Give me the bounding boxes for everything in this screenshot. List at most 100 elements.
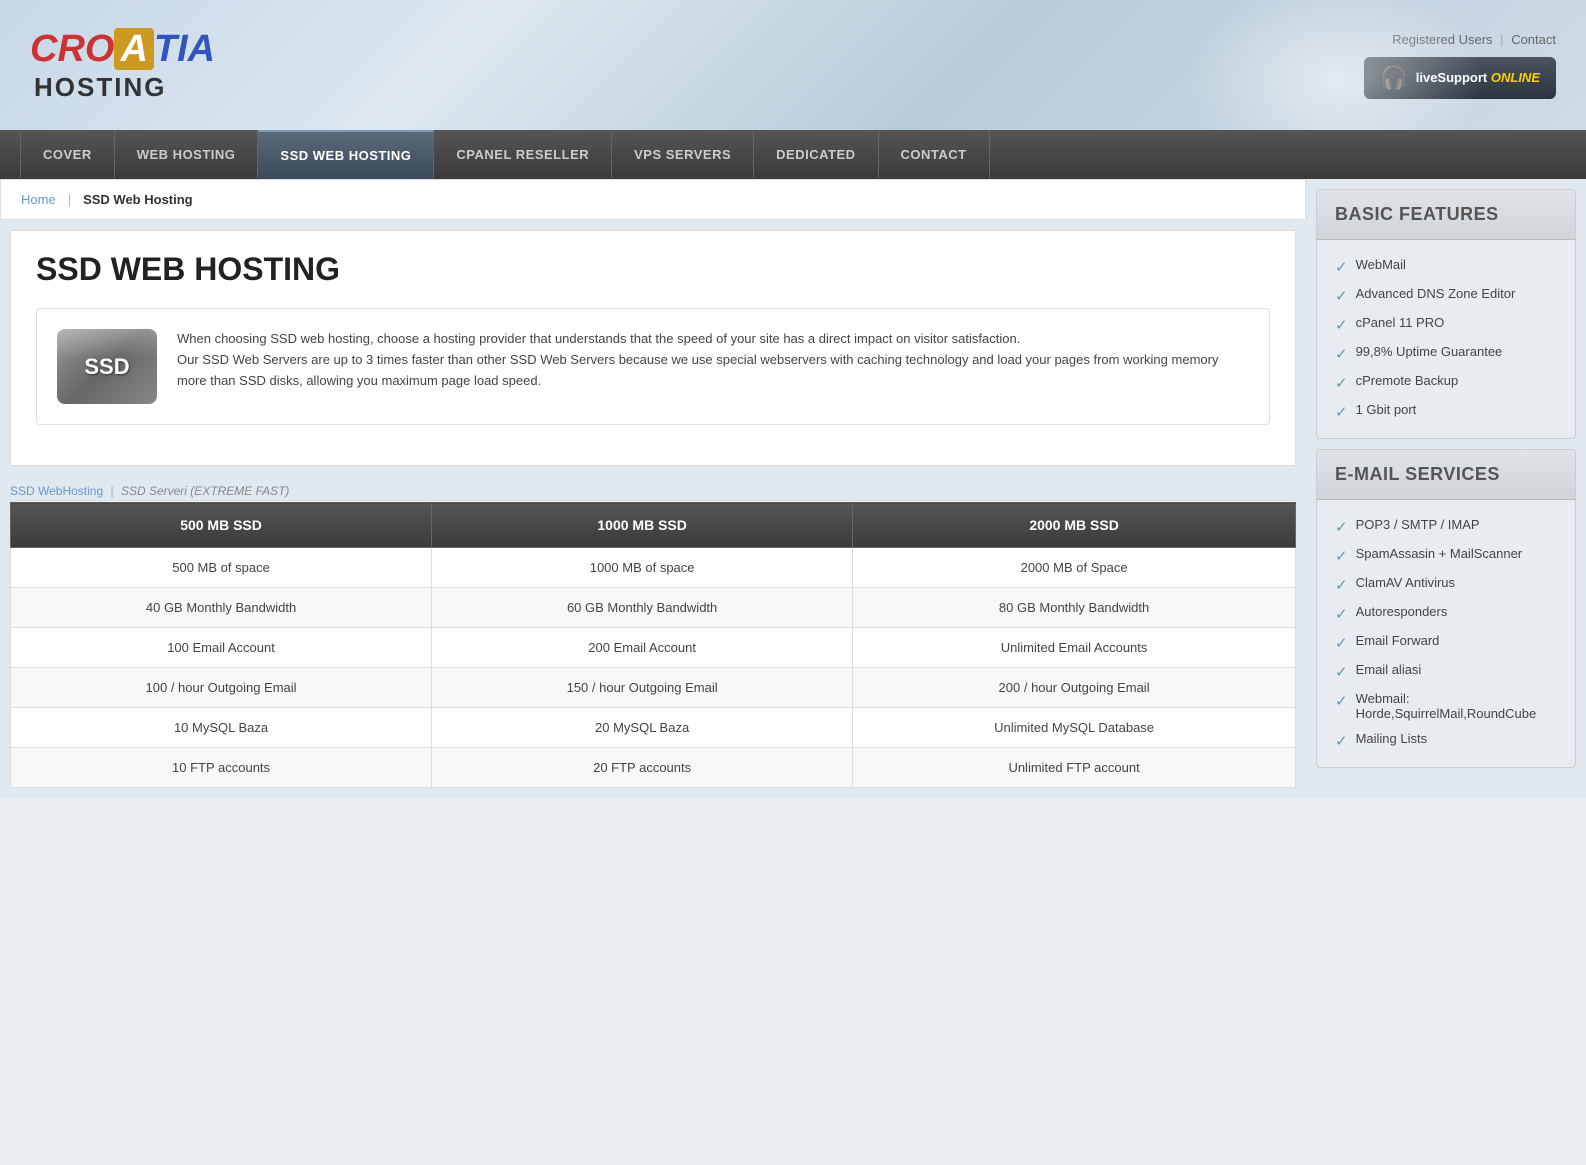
intro-box: SSD When choosing SSD web hosting, choos… xyxy=(36,308,1270,425)
content-area: Home | SSD Web Hosting SSD WEB HOSTING S… xyxy=(0,179,1306,798)
basic-features-title: BASIC FEATURES xyxy=(1317,190,1575,240)
table-cell: 60 GB Monthly Bandwidth xyxy=(432,588,853,628)
contact-link[interactable]: Contact xyxy=(1511,32,1556,47)
email-service-label: Mailing Lists xyxy=(1356,731,1428,746)
check-icon: ✓ xyxy=(1335,374,1348,392)
breadcrumb-current: SSD Web Hosting xyxy=(83,192,193,207)
nav-ssd-web-hosting[interactable]: SSD WEB HOSTING xyxy=(258,130,434,179)
header: CROATIA HOSTING Registered Users | Conta… xyxy=(0,0,1586,130)
email-services-body: ✓ POP3 / SMTP / IMAP ✓ SpamAssasin + MailSc… xyxy=(1317,500,1575,767)
email-service-item: ✓Email Forward xyxy=(1335,628,1557,657)
intro-text: When choosing SSD web hosting, choose a … xyxy=(177,329,1249,391)
feature-label: Advanced DNS Zone Editor xyxy=(1356,286,1516,301)
livesupport-button[interactable]: 🎧 liveSupport ONLINE xyxy=(1364,57,1556,99)
email-services-card: E-MAIL SERVICES ✓ POP3 / SMTP / IMAP ✓ Spam… xyxy=(1316,449,1576,768)
check-icon: ✓ xyxy=(1335,663,1348,681)
table-cell: 10 MySQL Baza xyxy=(11,708,432,748)
ssd-icon: SSD xyxy=(57,329,157,404)
table-cell: 500 MB of space xyxy=(11,548,432,588)
email-service-item: ✓ POP3 / SMTP / IMAP xyxy=(1335,512,1557,541)
registered-users-link[interactable]: Registered Users xyxy=(1392,32,1492,47)
breadcrumb: Home | SSD Web Hosting xyxy=(0,179,1306,220)
logo-cro: CRO xyxy=(30,28,114,70)
email-service-item: ✓Email aliasi xyxy=(1335,657,1557,686)
header-links[interactable]: Registered Users | Contact xyxy=(1392,32,1556,47)
check-icon: ✓ xyxy=(1335,605,1348,623)
table-cell: 100 Email Account xyxy=(11,628,432,668)
table-cell: 200 Email Account xyxy=(432,628,853,668)
col-header-1: 500 MB SSD xyxy=(11,503,432,548)
table-row: 500 MB of space1000 MB of space2000 MB o… xyxy=(11,548,1296,588)
table-section: SSD WebHosting | SSD Serveri (EXTREME FA… xyxy=(10,476,1296,788)
table-cell: Unlimited Email Accounts xyxy=(853,628,1296,668)
sidebar: BASIC FEATURES ✓ WebMail ✓ Advanced DNS Zon… xyxy=(1306,179,1586,798)
table-row: 10 FTP accounts20 FTP accountsUnlimited … xyxy=(11,748,1296,788)
livesupport-label: liveSupport ONLINE xyxy=(1416,70,1540,85)
feature-label: cPremote Backup xyxy=(1356,373,1459,388)
logo-text: CROATIA xyxy=(30,28,215,70)
page-title: SSD WEB HOSTING xyxy=(36,251,1270,288)
pricing-table: 500 MB SSD 1000 MB SSD 2000 MB SSD 500 M… xyxy=(10,502,1296,788)
email-service-item: ✓ SpamAssasin + MailScanner xyxy=(1335,541,1557,570)
header-right: Registered Users | Contact 🎧 liveSupport… xyxy=(1364,32,1556,99)
col-header-3: 2000 MB SSD xyxy=(853,503,1296,548)
nav-dedicated[interactable]: DEDICATED xyxy=(754,131,878,178)
logo-a: A xyxy=(114,28,153,70)
feature-item: ✓ 99,8% Uptime Guarantee xyxy=(1335,339,1557,368)
logo-hosting: HOSTING xyxy=(34,72,166,103)
check-icon: ✓ xyxy=(1335,345,1348,363)
check-icon: ✓ xyxy=(1335,692,1348,710)
feature-label: 99,8% Uptime Guarantee xyxy=(1356,344,1503,359)
nav-web-hosting[interactable]: WEB HOSTING xyxy=(115,131,259,178)
check-icon: ✓ xyxy=(1335,732,1348,750)
email-service-item: ✓Webmail: Horde,SquirrelMail,RoundCube xyxy=(1335,686,1557,726)
check-icon: ✓ xyxy=(1335,258,1348,276)
table-cell: 150 / hour Outgoing Email xyxy=(432,668,853,708)
table-cell: 1000 MB of space xyxy=(432,548,853,588)
table-cell: 100 / hour Outgoing Email xyxy=(11,668,432,708)
email-services-title: E-MAIL SERVICES xyxy=(1317,450,1575,500)
email-service-item: ✓ ClamAV Antivirus xyxy=(1335,570,1557,599)
feature-item: ✓cPanel 11 PRO xyxy=(1335,310,1557,339)
main-container: Home | SSD Web Hosting SSD WEB HOSTING S… xyxy=(0,179,1586,798)
logo-area: CROATIA HOSTING xyxy=(30,28,215,103)
breadcrumb-home[interactable]: Home xyxy=(21,192,56,207)
table-link-1[interactable]: SSD WebHosting xyxy=(10,484,103,498)
feature-label: WebMail xyxy=(1356,257,1406,272)
basic-features-body: ✓ WebMail ✓ Advanced DNS Zone Editor ✓cPanel… xyxy=(1317,240,1575,438)
table-links: SSD WebHosting | SSD Serveri (EXTREME FA… xyxy=(10,476,1296,502)
table-cell: 20 MySQL Baza xyxy=(432,708,853,748)
nav-vps-servers[interactable]: VPS SERVERS xyxy=(612,131,754,178)
email-service-label: SpamAssasin + MailScanner xyxy=(1356,546,1523,561)
table-cell: 40 GB Monthly Bandwidth xyxy=(11,588,432,628)
feature-label: 1 Gbit port xyxy=(1356,402,1417,417)
check-icon: ✓ xyxy=(1335,287,1348,305)
col-header-2: 1000 MB SSD xyxy=(432,503,853,548)
email-service-item: ✓Autoresponders xyxy=(1335,599,1557,628)
nav-cpanel-reseller[interactable]: CPANEL RESELLER xyxy=(434,131,612,178)
check-icon: ✓ xyxy=(1335,316,1348,334)
table-cell: Unlimited FTP account xyxy=(853,748,1296,788)
nav-cover[interactable]: COVER xyxy=(20,131,115,178)
email-service-label: ClamAV Antivirus xyxy=(1356,575,1455,590)
check-icon: ✓ xyxy=(1335,576,1348,594)
check-icon: ✓ xyxy=(1335,547,1348,565)
table-cell: 20 FTP accounts xyxy=(432,748,853,788)
feature-item: ✓ Advanced DNS Zone Editor xyxy=(1335,281,1557,310)
nav-contact[interactable]: CONTACT xyxy=(879,131,990,178)
feature-item: ✓ cPremote Backup xyxy=(1335,368,1557,397)
email-service-label: Email Forward xyxy=(1356,633,1440,648)
table-cell: 200 / hour Outgoing Email xyxy=(853,668,1296,708)
table-cell: 10 FTP accounts xyxy=(11,748,432,788)
feature-item: ✓ WebMail xyxy=(1335,252,1557,281)
email-service-label: POP3 / SMTP / IMAP xyxy=(1356,517,1480,532)
table-cell: Unlimited MySQL Database xyxy=(853,708,1296,748)
table-cell: 2000 MB of Space xyxy=(853,548,1296,588)
navbar: COVER WEB HOSTING SSD WEB HOSTING CPANEL… xyxy=(0,130,1586,179)
table-link-separator: | xyxy=(111,484,117,498)
table-row: 40 GB Monthly Bandwidth60 GB Monthly Ban… xyxy=(11,588,1296,628)
breadcrumb-separator: | xyxy=(68,192,71,207)
check-icon: ✓ xyxy=(1335,518,1348,536)
basic-features-card: BASIC FEATURES ✓ WebMail ✓ Advanced DNS Zon… xyxy=(1316,189,1576,439)
feature-item: ✓1 Gbit port xyxy=(1335,397,1557,426)
